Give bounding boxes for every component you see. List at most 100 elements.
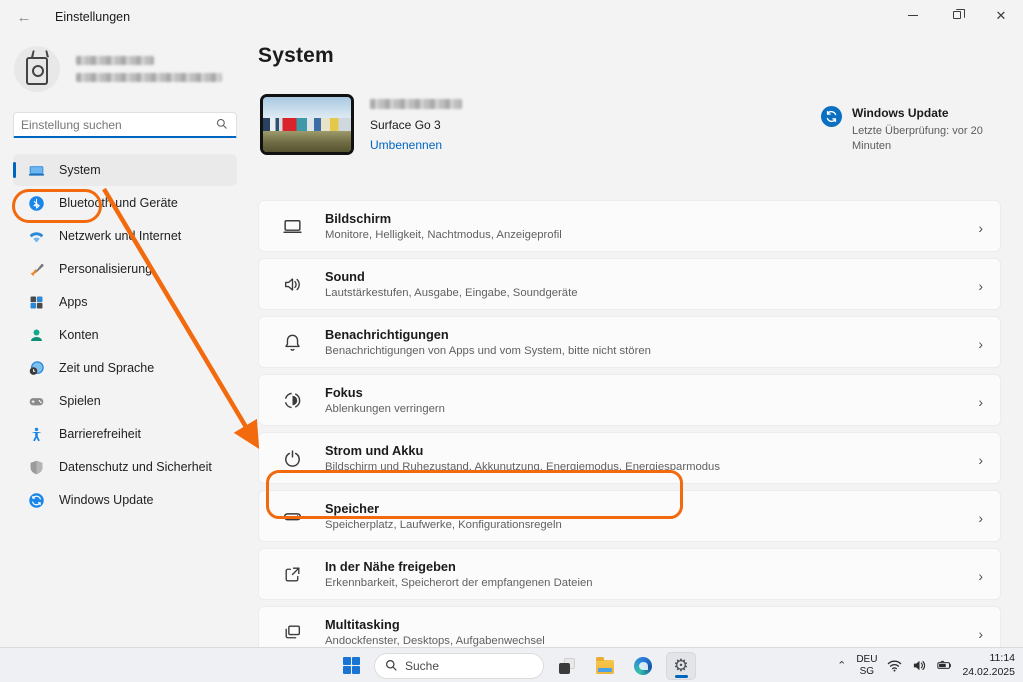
device-name-redacted [370, 99, 462, 109]
user-profile[interactable] [14, 46, 250, 92]
row-subtitle: Ablenkungen verringern [325, 403, 445, 415]
task-view-icon [559, 658, 575, 674]
sidebar-item-label: System [59, 163, 101, 177]
sidebar-item-barrierefreiheit[interactable]: Barrierefreiheit [13, 418, 237, 450]
windows-update-summary[interactable]: Windows Update Letzte Überprüfung: vor 2… [821, 106, 1001, 154]
sidebar-item-label: Barrierefreiheit [59, 427, 141, 441]
time-language-icon [27, 359, 45, 377]
profile-text [76, 56, 222, 82]
row-title: Multitasking [325, 617, 545, 632]
sidebar-item-windows-update[interactable]: Windows Update [13, 484, 237, 516]
privacy-icon [27, 458, 45, 476]
task-view-button[interactable] [552, 652, 582, 680]
chevron-right-icon: › [978, 394, 983, 410]
accessibility-icon [27, 425, 45, 443]
clock[interactable]: 11:14 24.02.2025 [962, 652, 1015, 679]
row-title: Strom und Akku [325, 443, 720, 458]
chevron-right-icon: › [978, 568, 983, 584]
gear-icon: ⚙ [673, 657, 688, 674]
settings-row-in-der-nähe-freigeben[interactable]: In der Nähe freigeben Erkennbarkeit, Spe… [258, 548, 1001, 600]
avatar [14, 46, 60, 92]
apps-icon [27, 293, 45, 311]
settings-row-sound[interactable]: Sound Lautstärkestufen, Ausgabe, Eingabe… [258, 258, 1001, 310]
sidebar-item-bluetooth-und-ger-te[interactable]: Bluetooth und Geräte [13, 187, 237, 219]
restore-button[interactable] [935, 0, 979, 30]
row-subtitle: Bildschirm und Ruhezustand, Akkunutzung,… [325, 461, 720, 473]
minimize-icon [908, 15, 918, 16]
sidebar-item-label: Bluetooth und Geräte [59, 196, 178, 210]
windows-update-title: Windows Update [852, 106, 992, 120]
id-badge-icon [26, 57, 48, 85]
back-button[interactable]: ← [8, 5, 40, 29]
sound-icon [281, 273, 303, 295]
sidebar-item-konten[interactable]: Konten [13, 319, 237, 351]
sidebar-item-apps[interactable]: Apps [13, 286, 237, 318]
storage-icon [281, 505, 303, 527]
focus-icon [281, 389, 303, 411]
personalization-icon [27, 260, 45, 278]
volume-icon[interactable] [912, 658, 927, 673]
tray-date: 24.02.2025 [962, 666, 1015, 680]
chevron-right-icon: › [978, 510, 983, 526]
windows-update-icon [27, 491, 45, 509]
sidebar-item-zeit-und-sprache[interactable]: Zeit und Sprache [13, 352, 237, 384]
folder-icon [596, 660, 614, 674]
taskbar-search[interactable]: Suche [374, 653, 544, 679]
chevron-right-icon: › [978, 626, 983, 642]
device-header: Surface Go 3 Umbenennen Windows Update L… [258, 94, 1001, 158]
wifi-icon[interactable] [887, 658, 902, 673]
settings-row-speicher[interactable]: Speicher Speicherplatz, Laufwerke, Konfi… [258, 490, 1001, 542]
sidebar-item-datenschutz-und-sicherheit[interactable]: Datenschutz und Sicherheit [13, 451, 237, 483]
row-subtitle: Benachrichtigungen von Apps und vom Syst… [325, 345, 651, 357]
settings-row-multitasking[interactable]: Multitasking Andockfenster, Desktops, Au… [258, 606, 1001, 647]
settings-row-fokus[interactable]: Fokus Ablenkungen verringern › [258, 374, 1001, 426]
battery-icon[interactable] [937, 658, 952, 673]
tray-chevron-up[interactable]: ⌃ [837, 659, 846, 672]
rename-link[interactable]: Umbenennen [370, 138, 462, 152]
sidebar-nav: System Bluetooth und Geräte Netzwerk und… [0, 154, 250, 516]
sidebar-item-netzwerk-und-internet[interactable]: Netzwerk und Internet [13, 220, 237, 252]
system-icon [27, 161, 45, 179]
settings-search-input[interactable] [13, 112, 237, 138]
row-title: In der Nähe freigeben [325, 559, 593, 574]
file-explorer-button[interactable] [590, 652, 620, 680]
sidebar-item-label: Personalisierung [59, 262, 152, 276]
row-title: Speicher [325, 501, 562, 516]
chevron-right-icon: › [978, 220, 983, 236]
row-subtitle: Erkennbarkeit, Speicherort der empfangen… [325, 577, 593, 589]
taskbar-search-label: Suche [405, 659, 439, 673]
settings-button-active[interactable]: ⚙ [666, 652, 696, 680]
row-title: Fokus [325, 385, 445, 400]
row-title: Bildschirm [325, 211, 562, 226]
titlebar: ← Einstellungen ✕ [0, 0, 1023, 34]
settings-row-strom-und-akku[interactable]: Strom und Akku Bildschirm und Ruhezustan… [258, 432, 1001, 484]
chevron-right-icon: › [978, 278, 983, 294]
restore-icon [953, 11, 961, 19]
windows-update-icon [821, 106, 842, 127]
row-title: Sound [325, 269, 578, 284]
language-indicator[interactable]: DEU SG [856, 654, 877, 677]
search-icon [385, 659, 398, 672]
sidebar-item-label: Apps [59, 295, 88, 309]
edge-icon [634, 657, 652, 675]
close-button[interactable]: ✕ [979, 0, 1023, 30]
user-email-redacted [76, 73, 222, 82]
minimize-button[interactable] [891, 0, 935, 30]
sidebar-item-system[interactable]: System [13, 154, 237, 186]
start-button[interactable] [336, 652, 366, 680]
row-subtitle: Lautstärkestufen, Ausgabe, Eingabe, Soun… [325, 287, 578, 299]
sidebar-item-label: Datenschutz und Sicherheit [59, 460, 212, 474]
row-subtitle: Speicherplatz, Laufwerke, Konfigurations… [325, 519, 562, 531]
accounts-icon [27, 326, 45, 344]
sidebar-item-label: Konten [59, 328, 99, 342]
power-icon [281, 447, 303, 469]
sidebar-item-label: Zeit und Sprache [59, 361, 154, 375]
settings-row-benachrichtigungen[interactable]: Benachrichtigungen Benachrichtigungen vo… [258, 316, 1001, 368]
sidebar-item-label: Spielen [59, 394, 101, 408]
settings-row-bildschirm[interactable]: Bildschirm Monitore, Helligkeit, Nachtmo… [258, 200, 1001, 252]
edge-button[interactable] [628, 652, 658, 680]
sidebar-item-personalisierung[interactable]: Personalisierung [13, 253, 237, 285]
sidebar-item-label: Netzwerk und Internet [59, 229, 181, 243]
nearby-share-icon [281, 563, 303, 585]
sidebar-item-spielen[interactable]: Spielen [13, 385, 237, 417]
